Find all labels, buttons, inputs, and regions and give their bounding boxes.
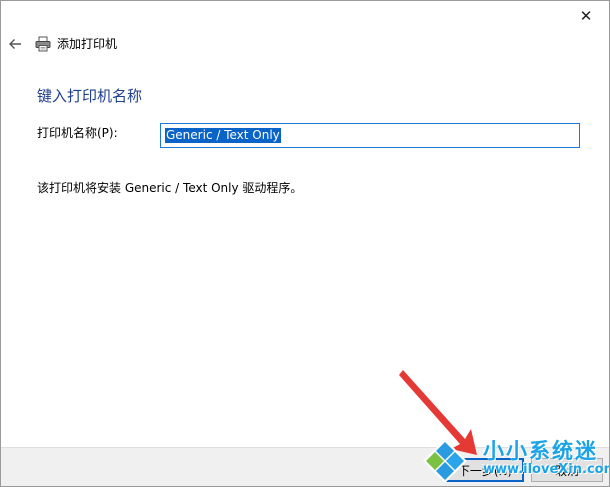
red-pointer-arrow [399,370,477,455]
close-icon: ✕ [579,7,593,25]
dialog-title: 添加打印机 [57,37,118,51]
page-heading: 键入打印机名称 [37,87,143,105]
cancel-button[interactable]: 取消 [531,458,603,482]
printer-icon [35,36,51,52]
dialog-footer: 下一步(N) 取消 [1,447,609,486]
driver-info-text: 该打印机将安装 Generic / Text Only 驱动程序。 [37,181,303,195]
printer-name-value: Generic / Text Only [165,128,281,143]
printer-name-input[interactable]: Generic / Text Only [160,123,580,148]
close-button[interactable]: ✕ [563,1,609,31]
add-printer-dialog: ✕ 添加打印机 键入打印机名称 打印机名称(P): Generic / Text… [0,0,610,487]
printer-name-label: 打印机名称(P): [37,126,118,140]
next-button[interactable]: 下一步(N) [446,458,524,482]
back-arrow-icon [9,39,21,49]
back-button[interactable] [5,33,25,55]
